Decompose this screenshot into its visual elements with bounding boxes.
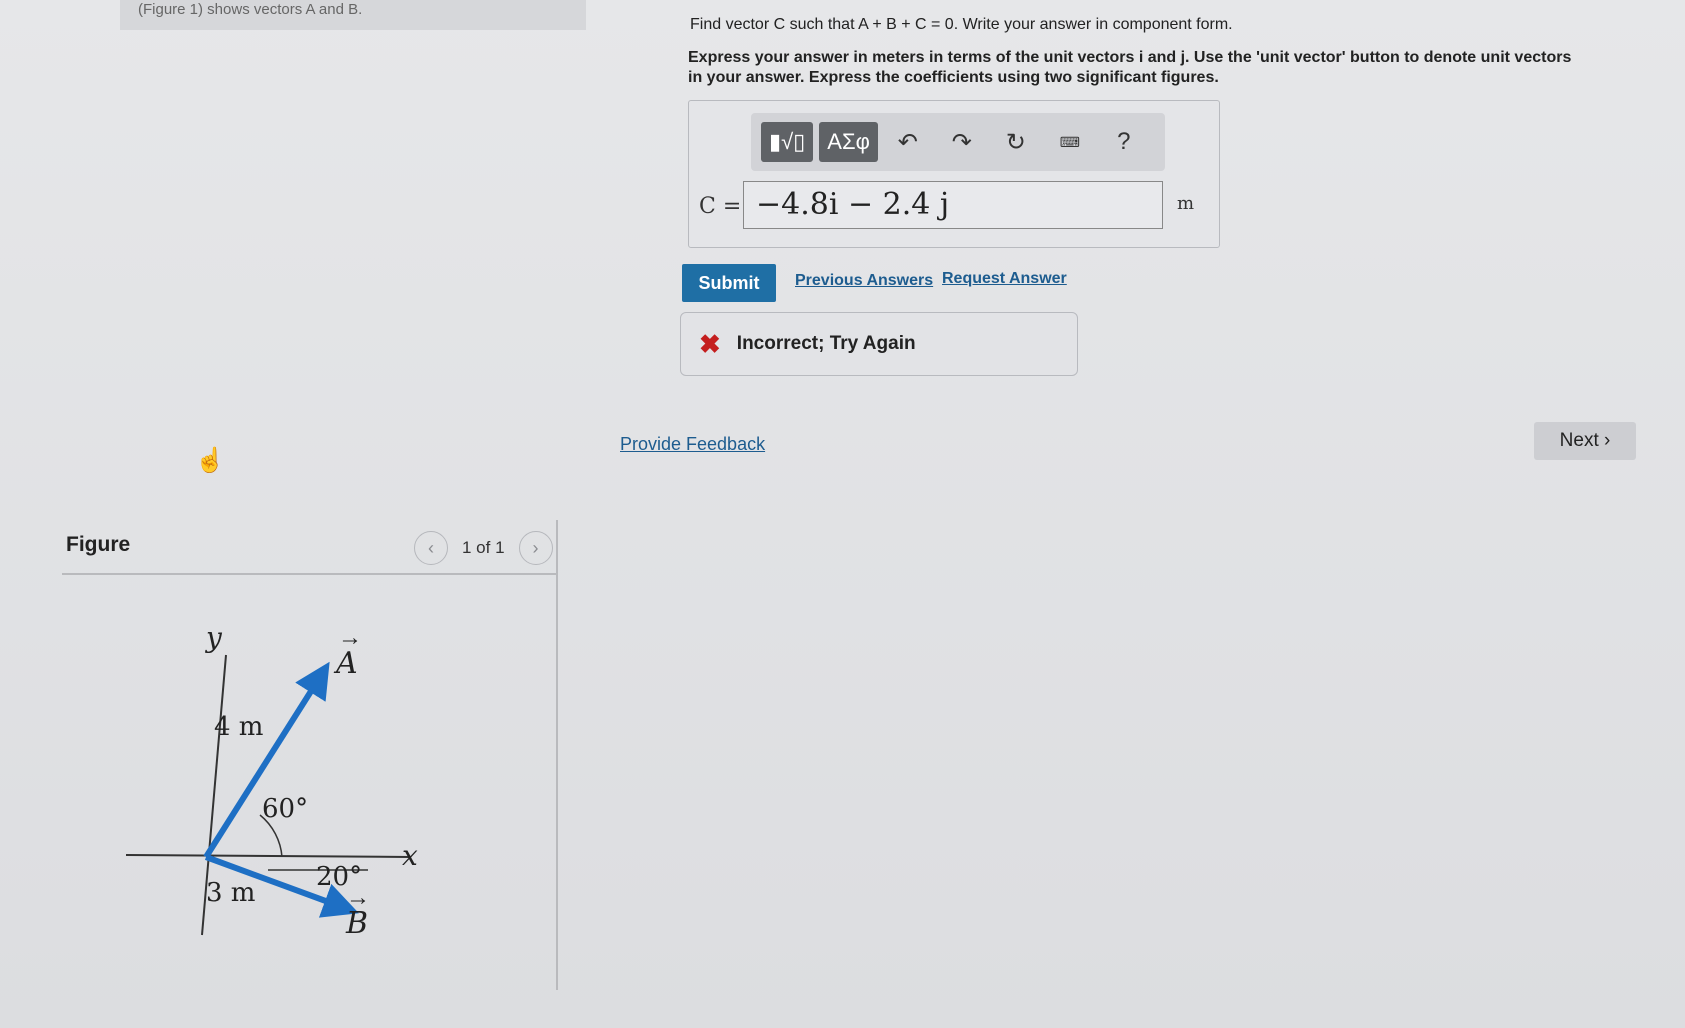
chevron-left-icon[interactable]: ‹ <box>414 531 448 565</box>
vector-a-arrow <box>203 661 330 859</box>
help-button[interactable]: ? <box>1100 122 1148 162</box>
vector-a-label: A <box>333 646 358 681</box>
math-toolbar: ▮√▯ ΑΣφ ↶ ↷ ↻ ⌨ ? <box>751 113 1165 171</box>
x-axis-label: x <box>402 839 418 872</box>
answer-input[interactable]: −4.8i − 2.4 j <box>743 181 1163 229</box>
y-axis-label: y <box>204 621 223 654</box>
vector-b-label: B <box>345 906 368 941</box>
x-axis <box>125 854 411 858</box>
provide-feedback-link[interactable]: Provide Feedback <box>620 434 765 455</box>
submit-button[interactable]: Submit <box>682 264 776 302</box>
greek-symbols-button[interactable]: ΑΣφ <box>819 122 878 162</box>
templates-icon[interactable]: ▮√▯ <box>761 122 814 162</box>
figure-pager: ‹ 1 of 1 › <box>414 531 553 565</box>
figure-count: 1 of 1 <box>462 538 505 557</box>
figure-divider <box>62 573 558 575</box>
undo-icon[interactable]: ↶ <box>884 122 932 162</box>
reset-icon[interactable]: ↻ <box>992 122 1040 162</box>
feedback-message: Incorrect; Try Again <box>736 333 916 354</box>
vector-a-arrow-accent: → <box>338 624 362 651</box>
redo-icon[interactable]: ↷ <box>938 122 986 162</box>
previous-answers-link[interactable]: Previous Answers <box>795 272 933 290</box>
figure-title: Figure <box>66 533 131 556</box>
next-label: Next <box>1559 430 1599 451</box>
x-icon: ✖ <box>699 328 721 359</box>
answer-unit: m <box>1177 193 1195 214</box>
question-instructions: Express your answer in meters in terms o… <box>688 49 1572 86</box>
figure-caption: (Figure 1) shows vectors A and B. <box>120 0 586 30</box>
keyboard-icon[interactable]: ⌨ <box>1046 122 1094 162</box>
vector-a-magnitude: 4 m <box>214 712 263 742</box>
chevron-right-icon[interactable]: › <box>518 531 553 565</box>
request-answer-link[interactable]: Request Answer <box>942 270 1067 288</box>
hand-cursor-icon: ☝ <box>195 447 225 474</box>
panel-divider <box>556 520 558 990</box>
answer-variable-label: C = <box>699 194 742 219</box>
answer-box: ▮√▯ ΑΣφ ↶ ↷ ↻ ⌨ ? C = −4.8i − 2.4 j m <box>688 100 1220 248</box>
chevron-right-icon: › <box>1604 430 1611 451</box>
question-prompt: Find vector C such that A + B + C = 0. W… <box>690 16 1233 33</box>
vector-b-arrow-accent: → <box>346 884 370 911</box>
vector-diagram: y x A → 4 m 60° 20° 3 m B → <box>125 621 418 941</box>
next-button[interactable]: Next › <box>1534 422 1636 460</box>
page: (Figure 1) shows vectors A and B. ☝ Figu… <box>0 0 1685 1028</box>
vector-b-magnitude: 3 m <box>206 878 255 908</box>
vector-a-angle: 60° <box>262 794 308 824</box>
feedback-box: ✖ Incorrect; Try Again <box>680 312 1078 376</box>
